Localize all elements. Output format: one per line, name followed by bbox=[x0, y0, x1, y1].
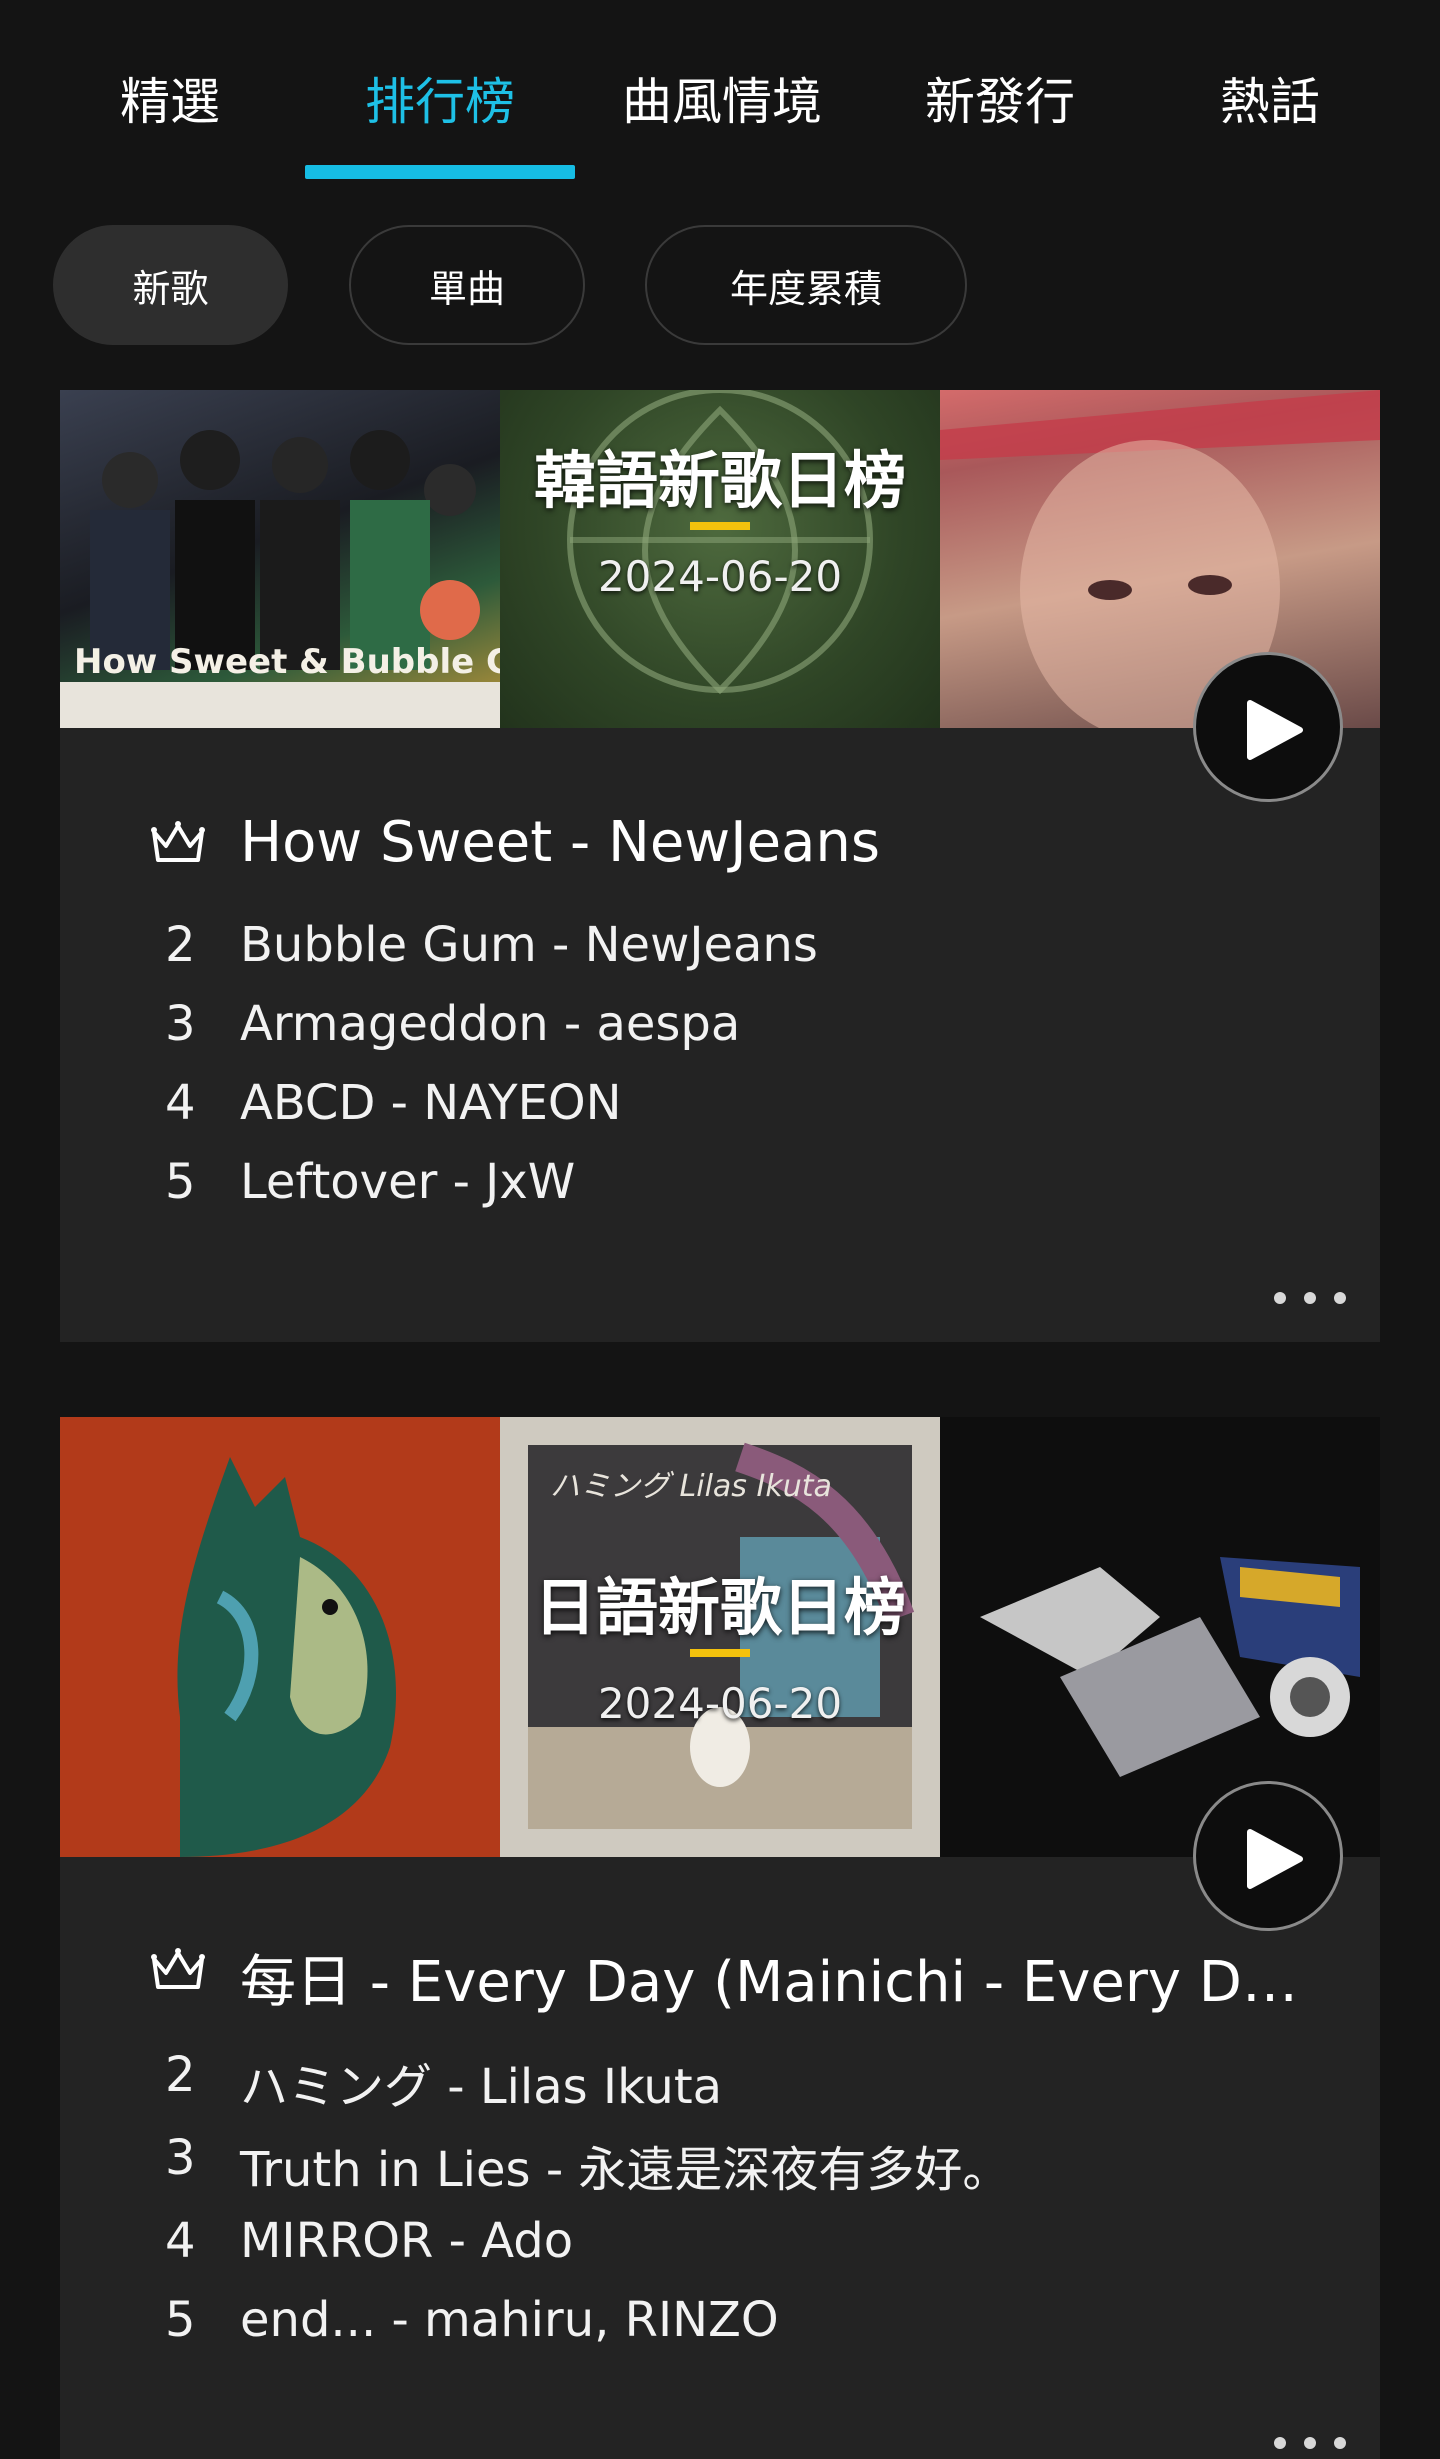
chart-date: 2024-06-20 bbox=[597, 552, 843, 601]
more-options-icon[interactable] bbox=[1270, 2433, 1350, 2453]
chart-card-japanese[interactable]: ハミング Lilas Ikuta 日語新歌日榜 2024-06-20 每日 - … bbox=[60, 1417, 1380, 2459]
pill-annual[interactable]: 年度累積 bbox=[645, 225, 967, 345]
tab-featured[interactable]: 精選 bbox=[120, 62, 220, 134]
tab-genre-mood[interactable]: 曲風情境 bbox=[622, 62, 822, 134]
chart-title: 日語新歌日榜 bbox=[533, 1571, 906, 1644]
album-art-every-day bbox=[60, 1417, 500, 1857]
song-title: Bubble Gum - NewJeans bbox=[240, 917, 818, 973]
chart-title: 韓語新歌日榜 bbox=[533, 444, 906, 517]
album-art-how-sweet: How Sweet & Bubble Gum bbox=[60, 390, 500, 728]
song-title: ABCD - NAYEON bbox=[240, 1075, 622, 1131]
song-title: end... - mahiru, RINZO bbox=[240, 2292, 779, 2348]
top-song[interactable]: 每日 - Every Day (Mainichi - Every Day… bbox=[240, 1937, 1320, 2018]
crown-icon bbox=[151, 821, 205, 862]
rank-number: 4 bbox=[165, 1075, 196, 1131]
song-title: Armageddon - aespa bbox=[240, 996, 741, 1052]
tab-new-releases[interactable]: 新發行 bbox=[925, 62, 1075, 134]
rank-number: 5 bbox=[165, 2292, 196, 2348]
pill-new-songs[interactable]: 新歌 bbox=[53, 225, 288, 345]
crown-icon bbox=[151, 1948, 205, 1989]
play-button[interactable] bbox=[1193, 652, 1343, 802]
more-options-icon[interactable] bbox=[1270, 1288, 1350, 1308]
album-art-text: How Sweet & Bubble Gum bbox=[74, 642, 500, 682]
tab-hot-topics[interactable]: 熱話 bbox=[1220, 62, 1320, 134]
tab-charts[interactable]: 排行榜 bbox=[365, 62, 515, 134]
song-title: MIRROR - Ado bbox=[240, 2213, 574, 2269]
album-art-text: ハミング Lilas Ikuta bbox=[550, 1469, 832, 1504]
active-tab-indicator bbox=[305, 165, 575, 179]
rank-number: 5 bbox=[165, 1154, 196, 1210]
pill-singles[interactable]: 單曲 bbox=[349, 225, 585, 345]
chart-date: 2024-06-20 bbox=[597, 1679, 843, 1728]
song-title: Leftover - JxW bbox=[240, 1154, 576, 1210]
song-title: ハミング - Lilas Ikuta bbox=[240, 2059, 723, 2115]
chart-banner[interactable]: ハミング Lilas Ikuta 日語新歌日榜 2024-06-20 bbox=[60, 1417, 1380, 1857]
top-tab-bar: 精選 排行榜 曲風情境 新發行 熱話 bbox=[0, 0, 1440, 190]
rank-number: 3 bbox=[165, 996, 196, 1052]
chart-banner[interactable]: How Sweet & Bubble Gum 韓語新歌日榜 2024-06-20 bbox=[60, 390, 1380, 728]
top-song[interactable]: How Sweet - NewJeans bbox=[240, 810, 1320, 875]
rank-number: 3 bbox=[165, 2130, 196, 2186]
rank-number: 2 bbox=[165, 2047, 196, 2103]
album-art-truth-in-lies bbox=[940, 1417, 1380, 1857]
title-accent-bar bbox=[690, 522, 750, 530]
song-title: Truth in Lies - 永遠是深夜有多好。 bbox=[240, 2142, 1011, 2198]
play-button[interactable] bbox=[1193, 1781, 1343, 1931]
rank-number: 2 bbox=[165, 917, 196, 973]
title-accent-bar bbox=[690, 1649, 750, 1657]
chart-card-korean[interactable]: How Sweet & Bubble Gum 韓語新歌日榜 2024-06-20 bbox=[60, 390, 1380, 1342]
play-icon bbox=[1247, 1829, 1303, 1889]
rank-number: 4 bbox=[165, 2213, 196, 2269]
play-icon bbox=[1247, 700, 1303, 760]
